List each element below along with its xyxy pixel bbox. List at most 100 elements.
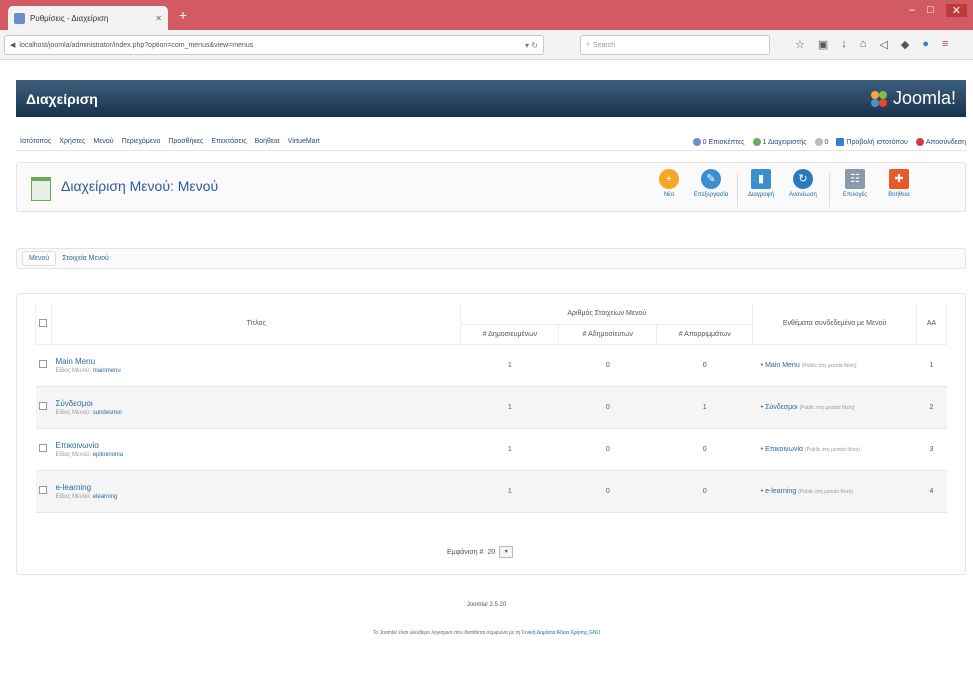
menu-type-value: mainmenu [92,367,121,374]
menu-item-users[interactable]: Χρήστες [59,138,85,145]
download-icon[interactable]: ↓ [841,38,847,51]
admin-menubar: Ιστότοπος Χρήστες Μενού Περιεχόμενο Προσ… [16,133,966,151]
module-link[interactable]: • Main Menu (Public στη μεσαία θέση) [752,343,917,387]
home-icon[interactable]: ⌂ [860,38,867,51]
menu-item-virtuemart[interactable]: VirtueMart [288,138,320,145]
joomla-logo: Joomla! [869,88,956,109]
menu-item-help[interactable]: Βοήθεια [255,138,280,145]
menu-item-menus[interactable]: Μενού [93,138,113,145]
joomla-logo-icon [870,90,887,107]
trashed-count[interactable]: 0 [656,427,753,471]
close-tab-icon[interactable]: ✕ [155,14,162,23]
published-count[interactable]: 1 [460,469,559,513]
menu-type: Είδος Μενού: epikoinonia [55,452,460,458]
id-cell: 1 [916,343,947,387]
admin-title: Διαχείριση [26,90,98,107]
menu-item-content[interactable]: Περιεχόμενο [122,138,161,145]
menu-title-link[interactable]: Σύνδεσμοι [55,399,460,408]
menu-title-link[interactable]: Επικοινωνία [55,441,460,450]
pagination: Εμφάνιση # 20 ▾ [447,546,514,558]
extension-icon[interactable]: ◆ [901,38,909,51]
browser-tab[interactable]: Ρυθμίσεις - Διαχείριση ✕ [8,6,168,30]
published-count[interactable]: 1 [460,427,559,471]
favicon-icon [14,12,25,24]
id-header[interactable]: ΑΑ [915,304,948,345]
row-checkbox[interactable] [39,360,48,368]
help-button[interactable]: ✚ Βοήθεια [879,169,919,198]
logo-text: Joomla! [892,88,956,108]
row-checkbox[interactable] [39,486,48,494]
rebuild-button[interactable]: ↻ Ανανέωση [783,169,823,198]
display-select[interactable]: ▾ [499,546,514,558]
table-row: Main Menu Είδος Μενού: mainmenu 1 0 0 • M… [35,343,947,387]
module-name: Επικοινωνία [765,445,804,453]
row-checkbox-cell [35,427,52,471]
tab-menus[interactable]: Μενού [22,251,57,266]
menu-item-components[interactable]: Προσθήκες [168,138,203,145]
view-site-link[interactable]: Προβολή ιστοτόπου [836,137,908,146]
back-icon[interactable]: ◀ [10,41,15,49]
star-icon[interactable]: ☆ [795,38,805,51]
title-cell: e-learning Είδος Μενού: elearning [51,469,461,513]
admins-status[interactable]: 1 Διαχειριστής [752,137,807,146]
logout-link[interactable]: Αποσύνδεση [915,137,966,146]
status-bar: 0 Επισκέπτες 1 Διαχειριστής 0 Προβολή ισ… [692,137,966,146]
new-button[interactable]: + Νέο [649,169,689,198]
row-checkbox-cell [35,343,52,387]
options-button[interactable]: ☷ Επιλογές [835,169,875,198]
row-checkbox-cell [35,385,52,429]
table-row: Επικοινωνία Είδος Μενού: epikoinonia 1 0 … [35,427,947,471]
trashed-count[interactable]: 0 [656,343,753,387]
page-toolbar: Διαχείριση Μενού: Μενού + Νέο ✎ Επεξεργα… [16,162,966,212]
pocket-icon[interactable]: ◁ [879,38,887,51]
search-input[interactable]: ⌕ Search [580,35,770,55]
close-window-icon[interactable]: ✕ [945,4,967,17]
menu-type-label: Είδος Μενού: [55,451,92,458]
messages-status[interactable]: 0 [814,137,828,146]
module-link[interactable]: • e-learning (Public στη μεσαία θέση) [752,469,917,513]
delete-button[interactable]: ▮ Διαγραφή [741,169,781,198]
menu-icon[interactable]: ≡ [942,38,948,51]
unpublished-count[interactable]: 0 [558,343,657,387]
row-checkbox[interactable] [39,402,48,410]
tab-menu-items[interactable]: Στοιχεία Μενού [56,252,115,265]
id-cell: 3 [916,427,947,471]
refresh-icon: ↻ [793,169,813,189]
module-name: Main Menu [765,361,800,369]
edit-label: Επεξεργασία [693,192,729,198]
license-link[interactable]: Γενική Δημόσια Άδεια Χρήσης GNU [522,630,600,636]
minimize-icon[interactable]: – [909,4,915,17]
published-count[interactable]: 1 [460,385,559,429]
delete-label: Διαγραφή [748,192,774,198]
edit-button[interactable]: ✎ Επεξεργασία [691,169,731,198]
unpublished-count[interactable]: 0 [558,385,657,429]
unpublished-count[interactable]: 0 [558,427,657,471]
title-cell: Επικοινωνία Είδος Μενού: epikoinonia [51,427,461,471]
account-icon[interactable]: ● [922,38,929,51]
select-all-checkbox[interactable] [39,318,48,327]
menu-title-link[interactable]: Main Menu [55,357,460,366]
options-label: Επιλογές [842,192,868,198]
module-link[interactable]: • Σύνδεσμοι (Public στη μεσαία θέση) [752,385,917,429]
visitors-status[interactable]: 0 Επισκέπτες [692,137,745,146]
display-count: 20 [487,548,496,556]
id-cell: 4 [916,469,947,513]
row-checkbox[interactable] [39,444,48,452]
unpublished-count[interactable]: 0 [558,469,657,513]
address-bar[interactable]: ◀ localhost/joomla/administrator/index.p… [4,35,544,55]
menus-table: Τίτλος Αριθμός Στοιχείων Μενού Ενθέματα … [35,304,948,513]
menu-title-link[interactable]: e-learning [55,483,460,492]
maximize-icon[interactable]: □ [927,4,934,17]
table-row: e-learning Είδος Μενού: elearning 1 0 0 •… [35,469,947,513]
reading-list-icon[interactable]: ▣ [818,38,828,51]
trashed-count[interactable]: 1 [656,385,753,429]
published-count[interactable]: 1 [460,343,559,387]
module-link[interactable]: • Επικοινωνία (Public στη μεσαία θέση) [752,427,917,471]
reload-icon[interactable]: ▾ ↻ [525,41,538,50]
new-tab-icon[interactable]: + [176,8,190,22]
menu-item-extensions[interactable]: Επεκτάσεις [211,138,246,145]
menu-item-site[interactable]: Ιστότοπος [20,138,51,145]
menu-type-label: Είδος Μενού: [55,367,92,374]
trashed-count[interactable]: 0 [656,469,753,513]
title-header[interactable]: Τίτλος [50,304,462,345]
